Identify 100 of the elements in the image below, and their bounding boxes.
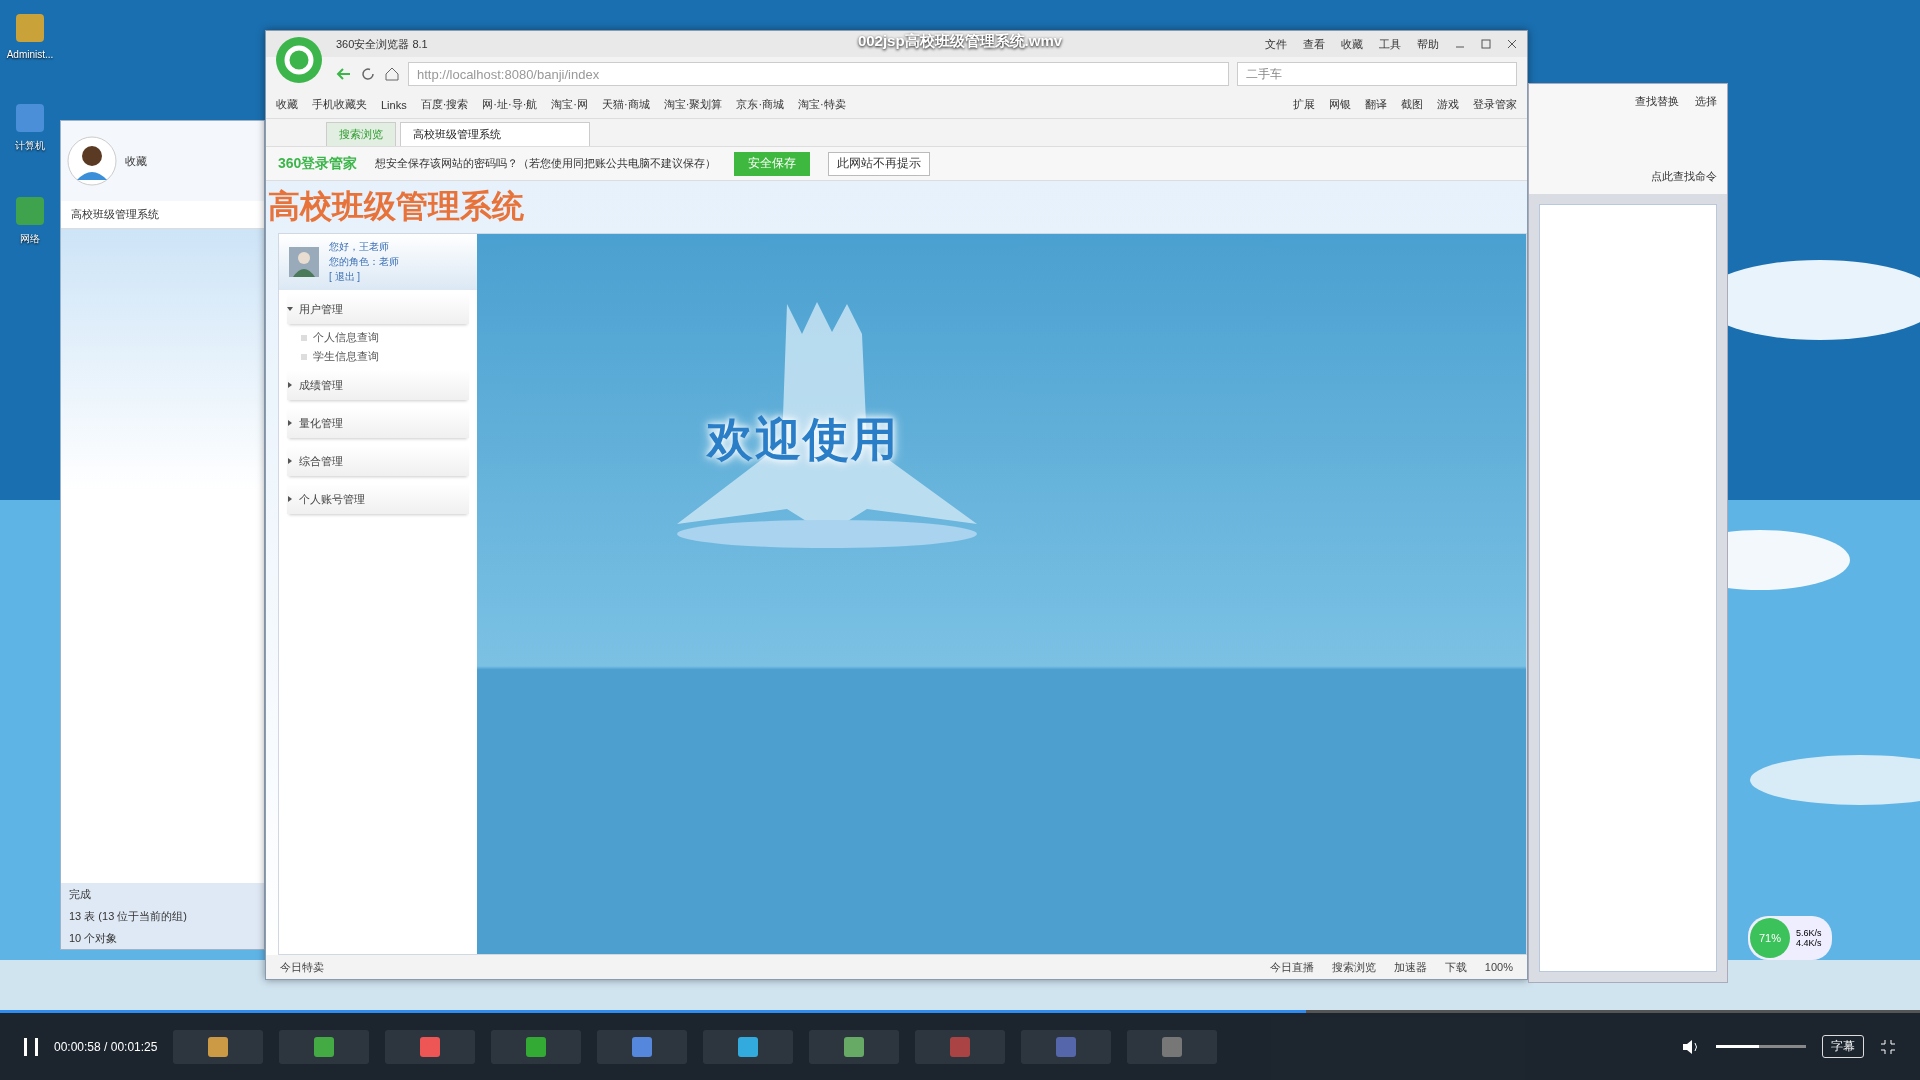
page-title: 高校班级管理系统 xyxy=(267,186,525,227)
video-title: 002jsp高校班级管理系统.wmv xyxy=(857,32,1063,51)
desktop-icon-label: 计算机 xyxy=(15,139,45,153)
status-bar-item[interactable]: 下载 xyxy=(1444,959,1467,975)
close-icon[interactable] xyxy=(1507,39,1517,49)
bookmark-link[interactable]: 天猫·商城 xyxy=(602,97,650,112)
bookmark-link[interactable]: Links xyxy=(381,98,407,111)
bookmark-link[interactable]: 收藏 xyxy=(276,97,298,112)
favorites-link[interactable]: 收藏 xyxy=(125,153,147,169)
pause-icon[interactable] xyxy=(24,1037,38,1056)
desktop-icon-label: 网络 xyxy=(20,232,40,246)
table-count-text: 13 表 (13 位于当前的组) xyxy=(69,908,187,924)
bookmark-link[interactable]: 京东·商城 xyxy=(736,97,785,112)
browser-logo-icon xyxy=(274,35,324,85)
app-icon xyxy=(420,1036,441,1057)
app-icon xyxy=(632,1036,653,1057)
refresh-icon[interactable] xyxy=(360,66,376,82)
greeting-text: 您好，王老师 xyxy=(329,240,390,254)
extension-button[interactable]: 游戏 xyxy=(1437,97,1459,112)
taskbar-button[interactable] xyxy=(385,1029,476,1064)
app-icon xyxy=(950,1036,971,1057)
extension-button[interactable]: 翻译 xyxy=(1365,97,1387,112)
fullscreen-icon[interactable] xyxy=(1880,1038,1896,1055)
bullet-icon xyxy=(301,353,307,360)
logout-link[interactable]: [ 退出 ] xyxy=(329,270,399,284)
avatar-icon xyxy=(67,136,117,186)
bookmark-link[interactable]: 淘宝·特卖 xyxy=(798,97,846,112)
role-text: 您的角色：老师 xyxy=(329,255,399,269)
menu-section[interactable]: 个人账号管理 xyxy=(287,484,469,514)
status-bar-item[interactable]: 搜索浏览 xyxy=(1331,959,1376,975)
taskbar-button[interactable] xyxy=(809,1029,900,1064)
caret-right-icon xyxy=(287,496,293,502)
menu-item[interactable]: 收藏 xyxy=(1341,36,1363,52)
search-field[interactable]: 二手车 xyxy=(1237,62,1517,86)
taskbar-button[interactable] xyxy=(915,1029,1006,1064)
playback-time: 00:00:58 / 00:01:25 xyxy=(54,1039,158,1054)
browser-tab[interactable]: 高校班级管理系统 xyxy=(400,122,590,146)
extension-button[interactable]: 网银 xyxy=(1329,97,1351,112)
caret-right-icon xyxy=(287,420,293,426)
object-count-text: 10 个对象 xyxy=(69,930,118,946)
window-title: 360安全浏览器 8.1 xyxy=(336,36,428,52)
caret-right-icon xyxy=(287,458,293,464)
subtitle-button[interactable]: 字幕 xyxy=(1822,1035,1864,1058)
bullet-icon xyxy=(301,334,307,341)
menu-section[interactable]: 综合管理 xyxy=(287,446,469,476)
menu-item[interactable]: 学生信息查询 xyxy=(279,347,477,366)
memory-usage-text: 71% xyxy=(1750,918,1790,958)
menu-item[interactable]: 查看 xyxy=(1303,36,1325,52)
app-icon xyxy=(738,1036,759,1057)
extension-button[interactable]: 扩展 xyxy=(1293,97,1315,112)
daily-deals-link[interactable]: 今日特卖 xyxy=(280,959,324,975)
extension-button[interactable]: 截图 xyxy=(1401,97,1423,112)
app-icon xyxy=(208,1036,229,1057)
menu-section[interactable]: 量化管理 xyxy=(287,408,469,438)
caret-right-icon xyxy=(287,382,293,388)
extension-button[interactable]: 登录管家 xyxy=(1473,97,1517,112)
menu-item[interactable]: 个人信息查询 xyxy=(279,328,477,347)
bookmark-link[interactable]: 手机收藏夹 xyxy=(312,97,367,112)
bookmark-link[interactable]: 百度·搜索 xyxy=(420,97,469,112)
bookmark-link[interactable]: 网·址·导·航 xyxy=(482,97,538,112)
menu-section[interactable]: 成绩管理 xyxy=(287,370,469,400)
never-prompt-button[interactable]: 此网站不再提示 xyxy=(828,151,931,176)
app-icon xyxy=(1162,1036,1183,1057)
network-speed-widget[interactable]: 71% 5.6K/s 4.4K/s xyxy=(1748,916,1832,960)
select-button[interactable]: 选择 xyxy=(1695,94,1717,109)
taskbar-button[interactable] xyxy=(173,1029,264,1064)
taskbar-button[interactable] xyxy=(703,1029,794,1064)
taskbar-button[interactable] xyxy=(597,1029,688,1064)
app-icon xyxy=(1056,1036,1077,1057)
volume-slider[interactable] xyxy=(1716,1045,1806,1048)
caret-down-icon xyxy=(287,306,293,312)
command-search-field[interactable]: 点此查找命令 xyxy=(1651,169,1717,184)
maximize-icon[interactable] xyxy=(1481,39,1491,49)
bookmark-link[interactable]: 淘宝·网 xyxy=(551,97,589,112)
home-icon[interactable] xyxy=(384,66,400,82)
app-icon xyxy=(526,1036,547,1057)
app-icon xyxy=(314,1036,335,1057)
status-bar-item[interactable]: 加速器 xyxy=(1393,959,1427,975)
menu-item[interactable]: 工具 xyxy=(1379,36,1401,52)
taskbar-button[interactable] xyxy=(1021,1029,1112,1064)
password-manager-label: 360登录管家 xyxy=(278,154,358,173)
find-replace-button[interactable]: 查找替换 xyxy=(1635,94,1679,109)
save-password-prompt: 想安全保存该网站的密码吗？（若您使用同把账公共电脑不建议保存） xyxy=(375,156,717,171)
taskbar-button[interactable] xyxy=(1127,1029,1218,1064)
status-text: 完成 xyxy=(69,886,91,902)
download-speed-text: 4.4K/s xyxy=(1796,938,1822,948)
upload-speed-text: 5.6K/s xyxy=(1796,928,1822,938)
status-bar-item[interactable]: 今日直播 xyxy=(1269,959,1314,975)
menu-item[interactable]: 文件 xyxy=(1265,36,1287,52)
menu-item[interactable]: 帮助 xyxy=(1417,36,1439,52)
app-icon xyxy=(844,1036,865,1057)
taskbar-button[interactable] xyxy=(279,1029,370,1064)
status-bar-item[interactable]: 100% xyxy=(1484,961,1513,973)
bookmark-link[interactable]: 淘宝·聚划算 xyxy=(663,97,723,112)
volume-icon[interactable] xyxy=(1682,1038,1700,1055)
desktop-icon-label: Administ... xyxy=(6,49,54,60)
taskbar-button[interactable] xyxy=(491,1029,582,1064)
browser-tab[interactable]: 高校班级管理系统 xyxy=(71,207,159,222)
menu-section[interactable]: 用户管理 xyxy=(287,294,469,324)
user-avatar-icon xyxy=(289,247,319,277)
